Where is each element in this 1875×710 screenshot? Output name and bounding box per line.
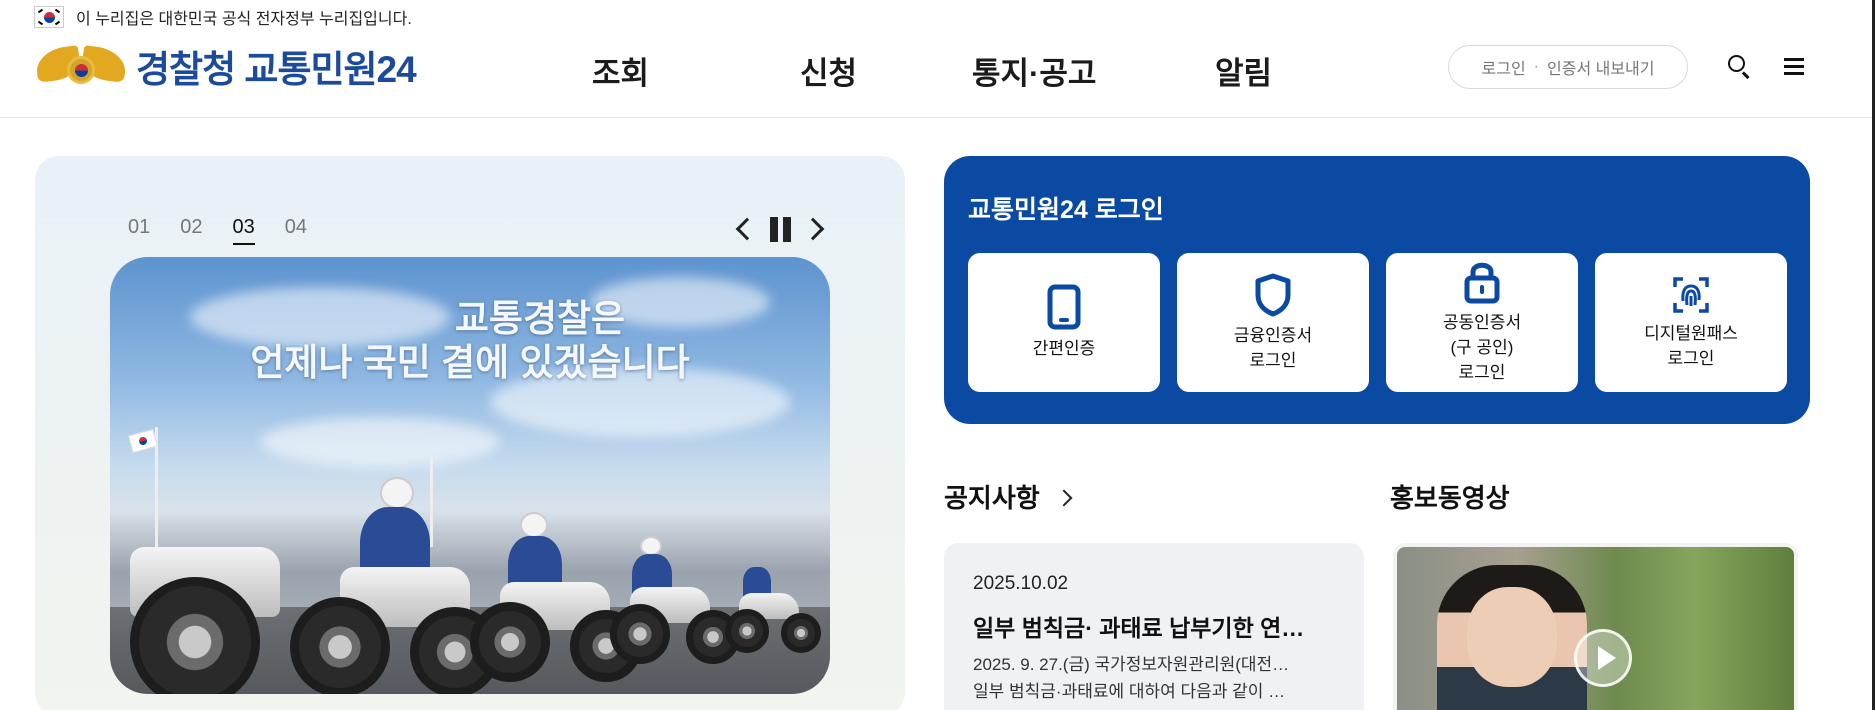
notice-headline: 일부 범칙금· 과태료 납부기한 연… [973,615,1305,641]
notice-title-text: 공지사항 [944,483,1040,513]
financial-cert-label: 금융인증서 로그인 [1233,325,1313,370]
notice-body-line-2: 일부 범칙금·과태료에 대하여 다음과 같이 … [973,682,1286,701]
joint-cert-login-button[interactable]: 공동인증서 (구 공인) 로그인 [1386,253,1578,392]
phone-icon [1047,284,1081,330]
promo-video-thumbnail[interactable] [1393,543,1798,710]
banner-line-1: 교통경찰은 [454,298,626,339]
police-motorcycle [280,457,500,694]
login-link[interactable]: 로그인 [1482,55,1526,79]
notice-card[interactable]: 2025.10.02 일부 범칙금· 과태료 납부기한 연… 2025. 9. … [944,543,1364,710]
digital-onepass-label: 디지털원패스 로그인 [1644,323,1738,368]
nav-item-alerts[interactable]: 알림 [1215,48,1272,93]
banner-line-2: 언제나 국민 곁에 있겠습니다 [250,342,690,383]
slide-page-03[interactable]: 03 [232,216,255,245]
simple-auth-button[interactable]: 간편인증 [968,253,1160,392]
digital-onepass-login-button[interactable]: 디지털원패스 로그인 [1595,253,1787,392]
search-icon[interactable] [1724,52,1754,82]
nav-item-lookup[interactable]: 조회 [592,48,649,93]
lock-icon [1464,262,1500,304]
hamburger-menu-icon[interactable] [1780,52,1810,82]
login-panel-title: 교통민원24 로그인 [968,196,1164,224]
prev-slide-icon[interactable] [733,214,753,244]
notice-date: 2025.10.02 [973,573,1069,594]
slide-pager: 01 02 03 04 [128,216,307,245]
video-person-face [1467,587,1557,687]
nav-item-apply[interactable]: 신청 [800,48,857,93]
notice-body-line-1: 2025. 9. 27.(금) 국가정보자원관리원(대전… [973,655,1290,674]
hero-slider: 01 02 03 04 교통경찰은 언제나 국민 곁에 있겠습니다 [35,156,905,710]
promo-video-section-title: 홍보동영상 [1390,478,1510,515]
financial-cert-login-button[interactable]: 금융인증서 로그인 [1177,253,1369,392]
slide-page-02[interactable]: 02 [180,216,202,245]
gov-banner-text: 이 누리집은 대한민국 공식 전자정부 누리집입니다. [76,11,412,28]
notice-body: 2025. 9. 27.(금) 국가정보자원관리원(대전… 일부 범칙금·과태료… [973,651,1335,705]
shield-icon [1255,273,1291,316]
banner-title: 교통경찰은 언제나 국민 곁에 있겠습니다 [110,297,830,385]
logo-text: 경찰청 교통민원24 [136,49,417,90]
slide-page-04[interactable]: 04 [285,216,307,245]
promo-title-text: 홍보동영상 [1390,483,1510,513]
pause-icon[interactable] [768,214,794,244]
site-logo[interactable]: 경찰청 교통민원24 [33,38,417,94]
nav-item-notice-announce[interactable]: 통지·공고 [972,48,1096,93]
police-emblem-icon [33,38,129,94]
joint-cert-label: 공동인증서 (구 공인) 로그인 [1442,313,1522,382]
gov-banner: 이 누리집은 대한민국 공식 전자정부 누리집입니다. [34,6,412,28]
hero-banner-image[interactable]: 교통경찰은 언제나 국민 곁에 있겠습니다 [110,257,830,694]
separator-dot: · [1533,58,1539,75]
fingerprint-icon [1673,276,1709,313]
slide-page-01[interactable]: 01 [128,216,150,245]
login-pill: 로그인 · 인증서 내보내기 [1448,45,1688,89]
login-panel: 교통민원24 로그인 간편인증 금융인증서 로그인 공동인증서 (구 공인) 로… [944,156,1810,424]
simple-auth-label: 간편인증 [1032,339,1096,358]
notice-section-title[interactable]: 공지사항 [944,478,1073,515]
cert-export-link[interactable]: 인증서 내보내기 [1547,55,1655,79]
korea-flag-icon [34,6,64,28]
chevron-right-icon [1055,489,1073,506]
police-motorcycle [610,532,740,664]
play-icon[interactable] [1574,629,1632,687]
next-slide-icon[interactable] [807,214,827,244]
site-header: 경찰청 교통민원24 조회 신청 통지·공고 알림 로그인 · 인증서 내보내기 [0,30,1875,118]
police-motorcycle [725,557,825,657]
